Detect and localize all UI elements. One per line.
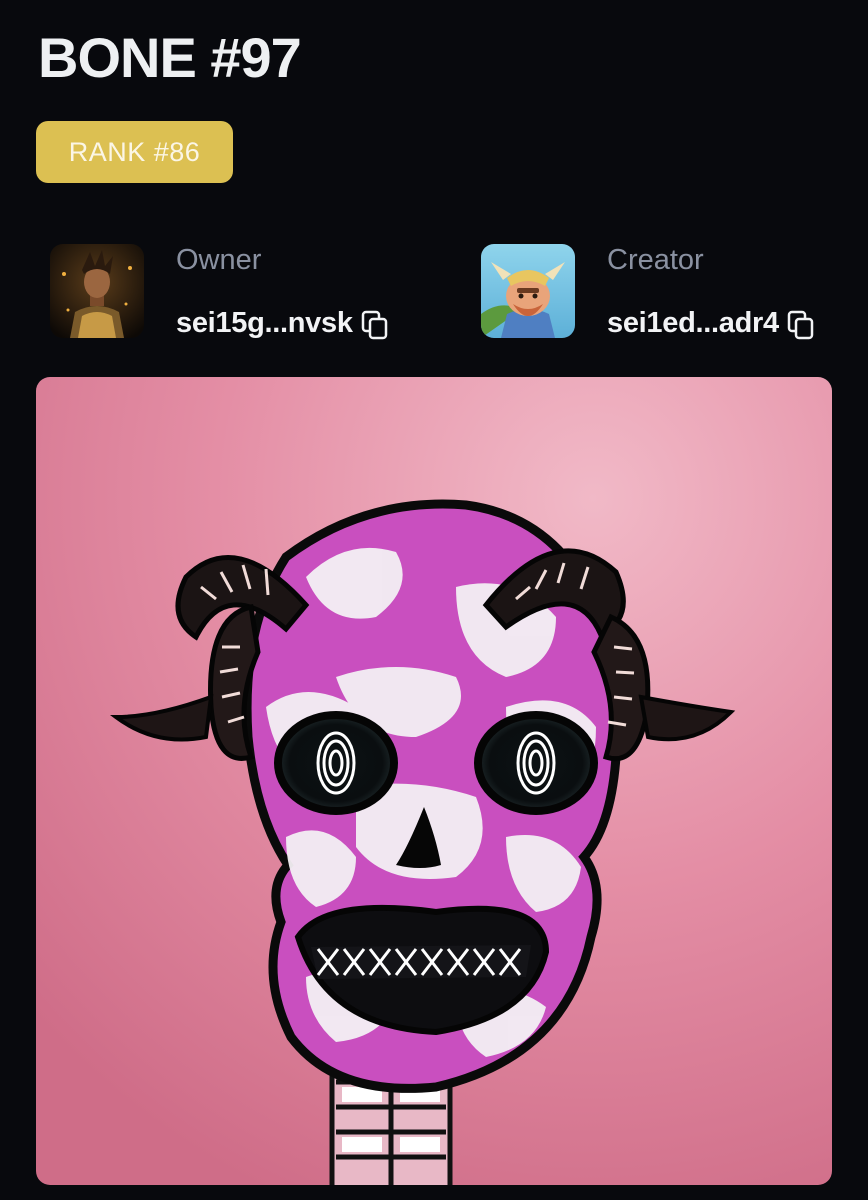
creator-address-row: sei1ed...adr4 xyxy=(607,306,815,340)
nft-title: BONE #97 xyxy=(38,26,302,89)
rank-badge: RANK #86 xyxy=(36,121,233,183)
owner-address-row: sei15g...nvsk xyxy=(176,306,389,340)
nft-detail-page: BONE #97 RANK #86 Owner sei15g...nvsk Cr… xyxy=(0,0,868,1200)
skull-artwork xyxy=(36,377,832,1185)
owner-avatar[interactable] xyxy=(50,244,144,338)
creator-label: Creator xyxy=(607,244,704,276)
copy-icon[interactable] xyxy=(787,310,815,340)
creator-address[interactable]: sei1ed...adr4 xyxy=(607,307,779,340)
creator-avatar[interactable] xyxy=(481,244,575,338)
copy-icon[interactable] xyxy=(361,310,389,340)
owner-label: Owner xyxy=(176,244,262,276)
nft-image[interactable] xyxy=(36,377,832,1185)
owner-address[interactable]: sei15g...nvsk xyxy=(176,307,353,340)
